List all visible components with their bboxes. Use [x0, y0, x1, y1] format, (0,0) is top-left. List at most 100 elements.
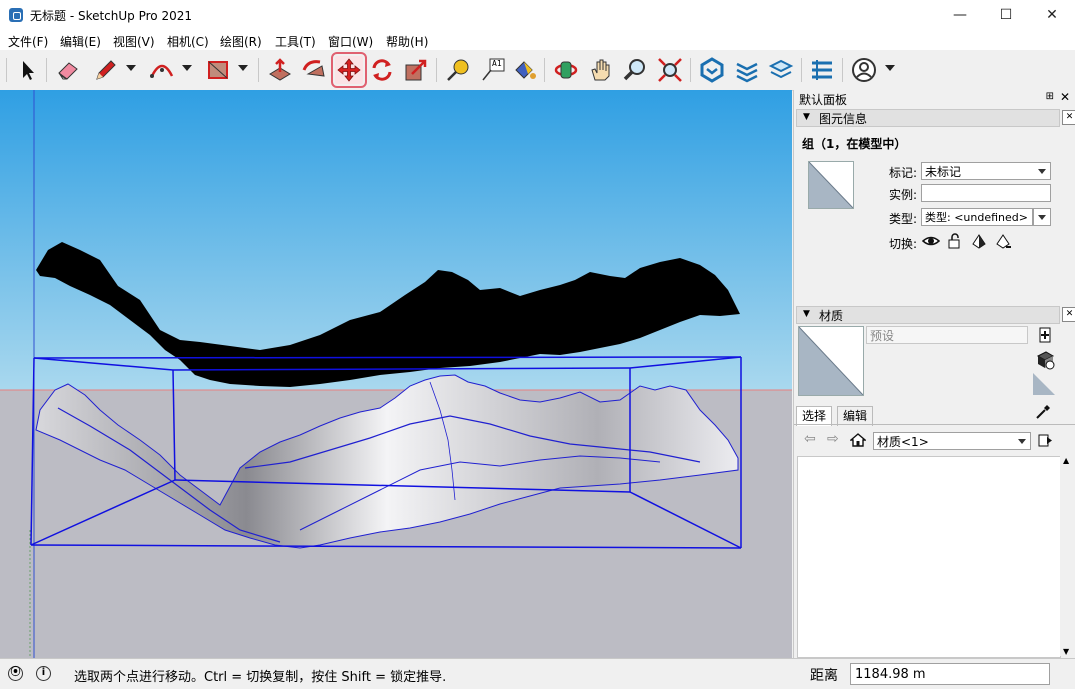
tray-close-button[interactable]: ✕	[1060, 90, 1070, 104]
tab-select[interactable]: 选择	[796, 406, 833, 426]
layout-icon[interactable]	[767, 56, 795, 84]
arc-dropdown-icon[interactable]	[182, 65, 192, 71]
extension-manager-icon[interactable]	[808, 56, 836, 84]
push-pull-icon[interactable]	[266, 56, 294, 84]
minimize-button[interactable]: —	[937, 0, 983, 30]
menu-camera[interactable]: 相机(C)	[167, 33, 209, 50]
model-viewport[interactable]	[0, 90, 792, 658]
toggle-label: 切换:	[888, 237, 917, 251]
eraser-icon[interactable]	[54, 56, 82, 84]
move-icon[interactable]	[331, 52, 367, 88]
text-icon[interactable]: A1	[479, 56, 507, 84]
create-material-icon[interactable]	[1037, 326, 1053, 344]
menu-view[interactable]: 视图(V)	[113, 33, 155, 50]
material-section-header[interactable]: ▼ 材质 ✕	[796, 306, 1075, 324]
entity-info-close-icon[interactable]: ✕	[1062, 110, 1075, 125]
details-arrow-icon[interactable]	[1037, 432, 1053, 448]
type-dropdown-button[interactable]	[1033, 208, 1051, 226]
pencil-icon[interactable]	[92, 56, 120, 84]
tray-title: 默认面板	[799, 93, 848, 107]
scale-icon[interactable]	[402, 56, 430, 84]
material-library-value: 材质<1>	[877, 435, 929, 449]
menu-help[interactable]: 帮助(H)	[386, 33, 428, 50]
entity-title: 组（1，在模型中）	[802, 137, 907, 151]
warehouse-icon[interactable]	[698, 56, 726, 84]
material-tabs: 选择 编辑	[794, 403, 1075, 426]
toolbar-separator	[842, 58, 843, 82]
sketchup-app-icon	[9, 8, 23, 22]
zoom-icon[interactable]	[621, 56, 649, 84]
chevron-down-icon	[1038, 169, 1046, 174]
geolocation-icon[interactable]: ⦿	[8, 666, 23, 681]
material-close-icon[interactable]: ✕	[1062, 307, 1075, 322]
material-name-placeholder: 预设	[870, 329, 895, 343]
visibility-eye-icon[interactable]	[921, 232, 941, 250]
back-arrow-icon[interactable]: ⇦	[804, 431, 816, 447]
secondary-material-swatch[interactable]	[1033, 373, 1055, 395]
menu-tools[interactable]: 工具(T)	[275, 33, 316, 50]
toolbar-separator	[46, 58, 47, 82]
chevron-down-icon	[1018, 439, 1026, 444]
rotate-icon[interactable]	[368, 56, 396, 84]
select-icon[interactable]	[14, 56, 42, 84]
material-list-scrollbar[interactable]: ▲ ▼	[1060, 456, 1074, 656]
cast-shadows-icon[interactable]	[994, 232, 1012, 250]
eyedropper-icon[interactable]	[1034, 403, 1052, 421]
lock-icon[interactable]	[946, 232, 964, 250]
tag-dropdown[interactable]: 未标记	[921, 162, 1051, 180]
account-dropdown-icon[interactable]	[885, 65, 895, 71]
menu-draw[interactable]: 绘图(R)	[220, 33, 262, 50]
instructor-info-icon[interactable]: i	[36, 666, 51, 681]
menu-file[interactable]: 文件(F)	[8, 33, 48, 50]
window-title: 无标题 - SketchUp Pro 2021	[30, 9, 192, 23]
toolbar-grip	[6, 58, 7, 82]
account-icon[interactable]	[850, 56, 878, 84]
material-library-dropdown[interactable]: 材质<1>	[873, 432, 1031, 450]
default-material-icon[interactable]	[1035, 350, 1055, 370]
shape-dropdown-icon[interactable]	[238, 65, 248, 71]
menu-window[interactable]: 窗口(W)	[328, 33, 373, 50]
paint-bucket-icon[interactable]	[510, 56, 538, 84]
material-section-title: 材质	[819, 309, 844, 323]
scroll-up-icon[interactable]: ▲	[1063, 456, 1069, 465]
scroll-down-icon[interactable]: ▼	[1063, 647, 1069, 656]
home-icon[interactable]	[849, 432, 867, 448]
measurement-input[interactable]: 1184.98 m	[850, 663, 1050, 685]
text-tool-label: A1	[492, 59, 502, 68]
material-list[interactable]	[797, 456, 1061, 658]
title-bar: 无标题 - SketchUp Pro 2021 — ☐ ✕	[0, 0, 1075, 30]
close-button[interactable]: ✕	[1029, 0, 1075, 30]
status-bar: ⦿ i 选取两个点进行移动。Ctrl = 切换复制，按住 Shift = 锁定推…	[0, 658, 1075, 689]
extension-warehouse-icon[interactable]	[733, 56, 761, 84]
toolbar-separator	[544, 58, 545, 82]
pan-icon[interactable]	[587, 56, 615, 84]
tag-value: 未标记	[925, 165, 962, 179]
forward-arrow-icon[interactable]: ⇨	[827, 431, 839, 447]
material-name-input[interactable]: 预设	[866, 326, 1028, 344]
instance-input[interactable]	[921, 184, 1051, 202]
entity-info-header[interactable]: ▼ 图元信息 ✕	[796, 109, 1075, 127]
pin-icon[interactable]: ⊞	[1046, 91, 1054, 102]
default-tray: 默认面板 ⊞ ✕ ▼ 图元信息 ✕ 组（1，在模型中） 标记: 未标记 实例: …	[793, 90, 1075, 658]
status-message: 选取两个点进行移动。Ctrl = 切换复制，按住 Shift = 锁定推导.	[74, 670, 447, 685]
menu-edit[interactable]: 编辑(E)	[60, 33, 101, 50]
follow-me-icon[interactable]	[300, 56, 328, 84]
collapse-triangle-icon: ▼	[803, 112, 810, 122]
type-field[interactable]: 类型: <undefined>	[921, 208, 1033, 226]
maximize-button[interactable]: ☐	[983, 0, 1029, 30]
tab-edit[interactable]: 编辑	[837, 406, 874, 426]
toolbar-separator	[436, 58, 437, 82]
material-preview	[798, 326, 864, 396]
tape-measure-icon[interactable]	[444, 56, 472, 84]
tray-header: 默认面板 ⊞ ✕	[794, 90, 1075, 107]
measurement-label: 距离	[810, 668, 838, 684]
pencil-dropdown-icon[interactable]	[126, 65, 136, 71]
orbit-icon[interactable]	[552, 56, 580, 84]
arc-icon[interactable]	[148, 56, 176, 84]
menu-bar: 文件(F) 编辑(E) 视图(V) 相机(C) 绘图(R) 工具(T) 窗口(W…	[0, 30, 1075, 50]
type-label: 类型:	[888, 212, 917, 226]
receive-shadows-icon[interactable]	[970, 232, 988, 250]
toolbar-separator	[801, 58, 802, 82]
zoom-extents-icon[interactable]	[656, 56, 684, 84]
shape-icon[interactable]	[204, 56, 232, 84]
